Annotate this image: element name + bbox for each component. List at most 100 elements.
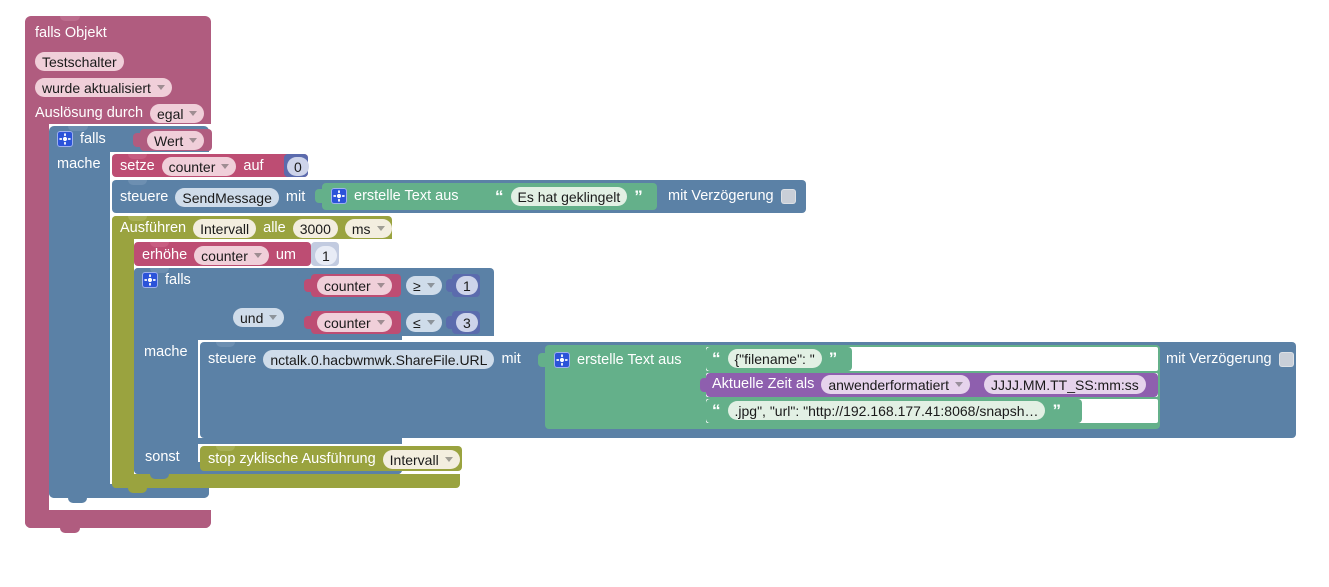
share-file-target-field[interactable]: nctalk.0.hacbwmwk.ShareFile.URL	[263, 350, 495, 369]
inner-if-join-row[interactable]: und	[233, 308, 285, 327]
chevron-down-icon	[189, 111, 198, 116]
outer-if-do-label: mache	[57, 156, 101, 172]
close-quote-icon: ”	[828, 349, 838, 368]
chevron-down-icon	[954, 382, 963, 387]
open-quote-icon: “	[712, 401, 721, 420]
trigger-by-row[interactable]: Auslösung durch egal	[35, 104, 205, 123]
share-file-delay-row[interactable]: mit Verzögerung	[1166, 352, 1294, 367]
send-message-delay-label: mit Verzögerung	[668, 188, 774, 205]
create-text-row-2[interactable]: erstelle Text aus	[554, 352, 682, 368]
condition-1-variable-row[interactable]: counter	[317, 276, 392, 295]
chevron-down-icon	[426, 320, 435, 325]
gear-icon[interactable]	[142, 272, 158, 288]
outer-if-condition-dropdown[interactable]: Wert	[147, 131, 205, 150]
open-quote-icon: “	[712, 349, 721, 368]
chevron-down-icon	[444, 457, 453, 462]
gear-icon[interactable]	[57, 131, 73, 147]
create-text-label-2: erstelle Text aus	[577, 351, 682, 368]
trigger-condition-dropdown[interactable]: wurde aktualisiert	[35, 78, 172, 97]
gear-icon[interactable]	[554, 352, 570, 368]
condition-2-variable-plug	[304, 316, 313, 329]
send-message-target-field[interactable]: SendMessage	[175, 188, 279, 207]
stop-interval-row[interactable]: stop zyklische Ausführung Intervall	[208, 450, 460, 469]
trigger-object-row[interactable]: Testschalter	[35, 52, 124, 71]
condition-1-value-plug	[446, 279, 454, 292]
create-text-row-1[interactable]: erstelle Text aus	[331, 188, 459, 204]
string-literal-field-3[interactable]: .jpg", "url": "http://192.168.177.41:806…	[727, 401, 1046, 420]
set-variable-name-dropdown[interactable]: counter	[161, 157, 237, 176]
stop-interval-verb: stop zyklische Ausführung	[208, 451, 376, 468]
string-literal-row-3[interactable]: “ .jpg", "url": "http://192.168.177.41:8…	[712, 401, 1061, 420]
condition-2-operator: ≤	[413, 314, 421, 331]
trigger-by-value: egal	[157, 105, 184, 122]
condition-1-value-row[interactable]: 1	[456, 276, 478, 295]
current-time-format-field[interactable]: JJJJ.MM.TT_SS:mm:ss	[984, 375, 1146, 394]
chevron-down-icon	[156, 85, 165, 90]
increment-value-field[interactable]: 1	[315, 246, 337, 265]
trigger-by-dropdown[interactable]: egal	[150, 104, 205, 123]
create-text-label-1: erstelle Text aus	[354, 187, 459, 204]
chevron-down-icon	[253, 253, 262, 258]
trigger-block-foot	[25, 510, 211, 528]
stop-interval-name-dropdown[interactable]: Intervall	[382, 450, 460, 469]
condition-1-value-field[interactable]: 1	[456, 276, 478, 295]
send-message-delay-checkbox[interactable]	[780, 189, 796, 204]
interval-row[interactable]: Ausführen Intervall alle 3000 ms	[120, 219, 392, 238]
trigger-object-field[interactable]: Testschalter	[35, 52, 124, 71]
outer-if-bottom-notch	[68, 498, 87, 503]
gear-icon[interactable]	[331, 188, 347, 204]
condition-1-variable-dropdown[interactable]: counter	[317, 276, 392, 295]
string-literal-row-2[interactable]: “ {"filename": " ”	[712, 349, 837, 368]
condition-2-value-field[interactable]: 3	[456, 313, 478, 332]
condition-1-variable-plug	[304, 279, 313, 292]
condition-2-variable-dropdown[interactable]: counter	[317, 313, 392, 332]
current-time-row[interactable]: Aktuelle Zeit als anwenderformatiert	[712, 375, 970, 394]
increment-value-row[interactable]: 1	[315, 246, 337, 265]
condition-1-operator-dropdown[interactable]: ≥	[406, 276, 442, 295]
open-quote-icon: “	[495, 187, 504, 206]
blockly-workspace[interactable]: falls Objekt Testschalter wurde aktualis…	[0, 0, 1329, 587]
interval-unit-dropdown[interactable]: ms	[344, 219, 392, 238]
inner-if-header-row[interactable]: falls	[142, 272, 191, 288]
current-time-mode-dropdown[interactable]: anwenderformatiert	[821, 375, 970, 394]
send-message-verb: steuere	[120, 189, 169, 206]
string-literal-field-1[interactable]: Es hat geklingelt	[510, 187, 628, 206]
inner-if-join-dropdown[interactable]: und	[233, 308, 285, 327]
condition-2-value-row[interactable]: 3	[456, 313, 478, 332]
send-message-row[interactable]: steuere SendMessage mit	[120, 188, 305, 207]
outer-if-condition-row[interactable]: Wert	[147, 131, 205, 150]
trigger-condition-row[interactable]: wurde aktualisiert	[35, 78, 172, 97]
set-variable-value-field[interactable]: 0	[287, 157, 309, 176]
inner-if-else-label: sonst	[145, 449, 180, 465]
condition-1-variable-name: counter	[324, 277, 371, 294]
share-file-delay-label: mit Verzögerung	[1166, 351, 1272, 368]
trigger-title: falls Objekt	[35, 25, 107, 41]
chevron-down-icon	[269, 315, 278, 320]
share-file-row[interactable]: steuere nctalk.0.hacbwmwk.ShareFile.URL …	[208, 350, 521, 369]
chevron-down-icon	[221, 164, 230, 169]
inner-if-else-row: sonst	[145, 450, 180, 465]
outer-if-header-row[interactable]: falls	[57, 131, 106, 147]
increment-verb: erhöhe	[142, 247, 188, 264]
increment-preposition: um	[275, 247, 297, 264]
string-literal-row-1[interactable]: “ Es hat geklingelt ”	[495, 187, 643, 206]
condition-2-value-plug	[446, 316, 454, 329]
set-variable-row[interactable]: setze counter auf	[120, 157, 264, 176]
condition-2-operator-dropdown[interactable]: ≤	[406, 313, 442, 332]
current-time-format-row[interactable]: JJJJ.MM.TT_SS:mm:ss	[984, 375, 1146, 394]
interval-period-field[interactable]: 3000	[292, 219, 338, 238]
send-message-delay-row[interactable]: mit Verzögerung	[668, 189, 796, 204]
string-literal-field-2[interactable]: {"filename": "	[727, 349, 822, 368]
current-time-mode-value: anwenderformatiert	[828, 376, 949, 393]
chevron-down-icon	[376, 283, 385, 288]
outer-if-do-row: mache	[57, 157, 101, 172]
set-variable-value-row[interactable]: 0	[287, 157, 309, 176]
share-file-delay-checkbox[interactable]	[1278, 352, 1294, 367]
interval-bottom-notch	[128, 488, 147, 493]
condition-2-operator-row[interactable]: ≤	[406, 313, 442, 332]
increment-variable-dropdown[interactable]: counter	[194, 246, 269, 265]
interval-name-field[interactable]: Intervall	[193, 219, 257, 238]
condition-2-variable-row[interactable]: counter	[317, 313, 392, 332]
increment-row[interactable]: erhöhe counter um	[142, 246, 296, 265]
condition-1-operator-row[interactable]: ≥	[406, 276, 442, 295]
